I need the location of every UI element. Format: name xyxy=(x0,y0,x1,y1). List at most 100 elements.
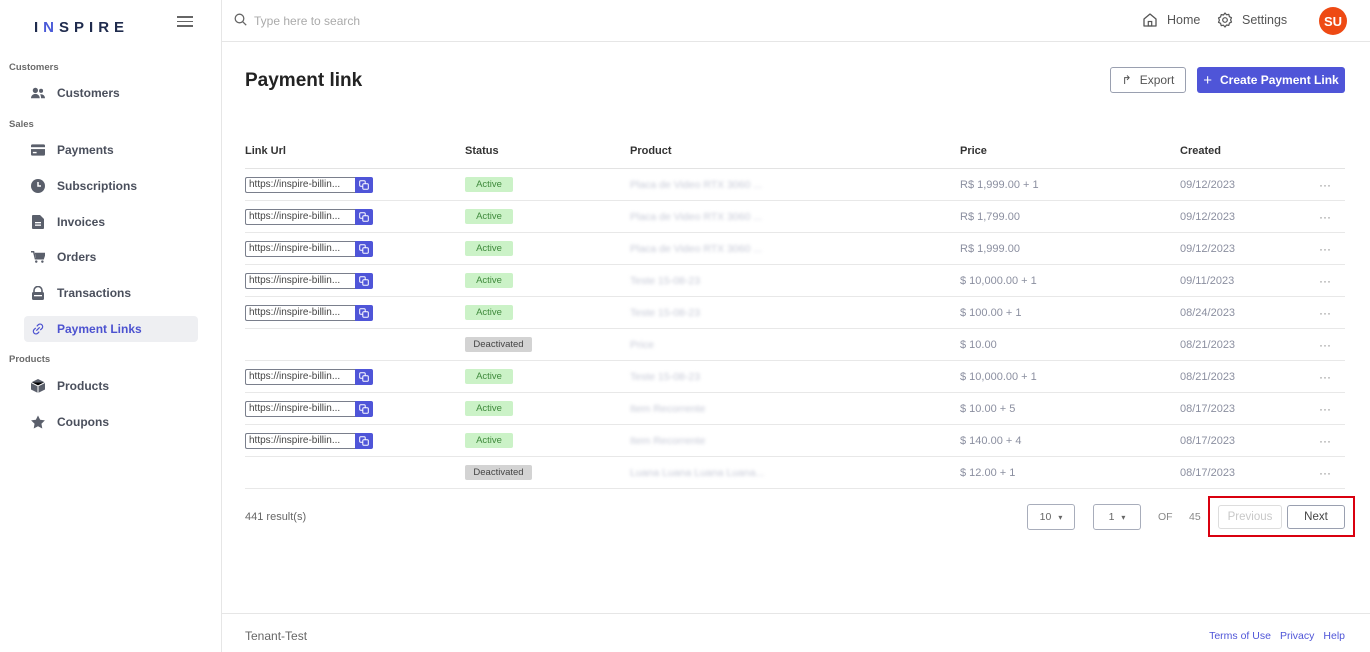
link-url-cell: https://inspire-billin... xyxy=(245,297,373,328)
copy-icon[interactable] xyxy=(355,208,373,225)
table-body: https://inspire-billin... Active Placa de … xyxy=(245,169,1345,489)
price-cell: R$ 1,999.00 + 1 xyxy=(960,178,1039,191)
brand-logo[interactable]: INSPIRE xyxy=(34,19,129,36)
more-actions-icon[interactable]: ··· xyxy=(1319,265,1331,296)
table-row[interactable]: https://inspire-billin... Active Item Reco… xyxy=(245,425,1345,457)
link-url-text[interactable]: https://inspire-billin... xyxy=(245,176,355,193)
link-icon xyxy=(31,322,45,336)
status-badge: Deactivated xyxy=(465,465,532,480)
link-url-text[interactable]: https://inspire-billin... xyxy=(245,368,355,385)
link-url-text[interactable]: https://inspire-billin... xyxy=(245,400,355,417)
page-number-select[interactable]: 1 ▾ xyxy=(1093,504,1141,530)
more-actions-icon[interactable]: ··· xyxy=(1319,393,1331,424)
table-row[interactable]: https://inspire-billin... Active Teste 15-… xyxy=(245,265,1345,297)
price-cell: $ 140.00 + 4 xyxy=(960,434,1022,447)
more-actions-icon[interactable]: ··· xyxy=(1319,361,1331,392)
copy-icon[interactable] xyxy=(355,400,373,417)
status-cell: Deactivated xyxy=(465,329,532,360)
sidebar-item-label: Transactions xyxy=(57,286,132,300)
table-row[interactable]: https://inspire-billin... Active Teste 15-… xyxy=(245,297,1345,329)
privacy-link[interactable]: Privacy xyxy=(1280,630,1314,642)
copy-icon[interactable] xyxy=(355,368,373,385)
settings-link[interactable]: Settings xyxy=(1217,12,1287,28)
column-header-product: Product xyxy=(630,145,672,157)
table-row[interactable]: Deactivated Luana Luana Luana Luana... $ 1… xyxy=(245,457,1345,489)
column-header-link-url: Link Url xyxy=(245,145,286,157)
sidebar-item-subscriptions[interactable]: Subscriptions xyxy=(24,173,198,199)
created-cell: 08/17/2023 xyxy=(1180,434,1236,447)
link-url-field[interactable]: https://inspire-billin... xyxy=(245,272,373,289)
status-badge: Deactivated xyxy=(465,337,532,352)
sidebar-item-orders[interactable]: Orders xyxy=(24,244,198,270)
price-cell: $ 10,000.00 + 1 xyxy=(960,274,1037,287)
total-pages: 45 xyxy=(1189,511,1201,523)
terms-link[interactable]: Terms of Use xyxy=(1209,630,1271,642)
link-url-text[interactable]: https://inspire-billin... xyxy=(245,208,355,225)
status-badge: Active xyxy=(465,433,513,448)
nav-section-products: Products xyxy=(9,354,51,365)
status-cell: Active xyxy=(465,265,513,296)
sidebar-item-invoices[interactable]: Invoices xyxy=(24,209,198,235)
top-bar: Home Settings SU xyxy=(222,0,1370,42)
more-actions-icon[interactable]: ··· xyxy=(1319,425,1331,456)
sidebar-item-coupons[interactable]: Coupons xyxy=(24,409,198,435)
avatar[interactable]: SU xyxy=(1319,7,1347,35)
link-url-field[interactable]: https://inspire-billin... xyxy=(245,304,373,321)
more-actions-icon[interactable]: ··· xyxy=(1319,457,1331,488)
table-row[interactable]: https://inspire-billin... Active Placa de … xyxy=(245,233,1345,265)
status-cell: Active xyxy=(465,169,513,200)
search-input[interactable] xyxy=(254,11,554,31)
more-actions-icon[interactable]: ··· xyxy=(1319,233,1331,264)
copy-icon[interactable] xyxy=(355,304,373,321)
share-arrow-icon: ↱ xyxy=(1121,73,1132,87)
box-icon xyxy=(31,379,45,393)
home-link[interactable]: Home xyxy=(1142,12,1200,28)
copy-icon[interactable] xyxy=(355,432,373,449)
app-root: INSPIRE Customers Customers Sales Paymen… xyxy=(0,0,1370,652)
sidebar-item-label: Customers xyxy=(57,86,120,100)
link-url-field[interactable]: https://inspire-billin... xyxy=(245,432,373,449)
link-url-field[interactable]: https://inspire-billin... xyxy=(245,368,373,385)
more-actions-icon[interactable]: ··· xyxy=(1319,297,1331,328)
sidebar-item-payment-links[interactable]: Payment Links xyxy=(24,316,198,342)
link-url-text[interactable]: https://inspire-billin... xyxy=(245,432,355,449)
more-actions-icon[interactable]: ··· xyxy=(1319,169,1331,200)
create-payment-link-button[interactable]: + Create Payment Link xyxy=(1197,67,1345,93)
column-header-created: Created xyxy=(1180,145,1221,157)
sidebar-item-customers[interactable]: Customers xyxy=(24,80,198,106)
product-cell: Price xyxy=(630,338,654,351)
page-size-select[interactable]: 10 ▾ xyxy=(1027,504,1075,530)
copy-icon[interactable] xyxy=(355,176,373,193)
table-row[interactable]: https://inspire-billin... Active Placa de … xyxy=(245,201,1345,233)
link-url-field[interactable]: https://inspire-billin... xyxy=(245,240,373,257)
menu-toggle-icon[interactable] xyxy=(177,13,193,27)
link-url-cell: https://inspire-billin... xyxy=(245,201,373,232)
created-cell: 08/21/2023 xyxy=(1180,370,1236,383)
product-cell: Placa de Video RTX 3060 ... xyxy=(630,210,763,223)
more-actions-icon[interactable]: ··· xyxy=(1319,329,1331,360)
help-link[interactable]: Help xyxy=(1323,630,1345,642)
sidebar-item-transactions[interactable]: Transactions xyxy=(24,280,198,306)
more-actions-icon[interactable]: ··· xyxy=(1319,201,1331,232)
sidebar-item-label: Payments xyxy=(57,143,114,157)
link-url-field[interactable]: https://inspire-billin... xyxy=(245,400,373,417)
table-row[interactable]: https://inspire-billin... Active Item Reco… xyxy=(245,393,1345,425)
copy-icon[interactable] xyxy=(355,240,373,257)
copy-icon[interactable] xyxy=(355,272,373,289)
export-button[interactable]: ↱ Export xyxy=(1110,67,1186,93)
sidebar-item-products[interactable]: Products xyxy=(24,373,198,399)
sidebar-item-payments[interactable]: Payments xyxy=(24,137,198,163)
table-row[interactable]: https://inspire-billin... Active Teste 15-… xyxy=(245,361,1345,393)
table-row[interactable]: https://inspire-billin... Active Placa de … xyxy=(245,169,1345,201)
link-url-text[interactable]: https://inspire-billin... xyxy=(245,272,355,289)
link-url-text[interactable]: https://inspire-billin... xyxy=(245,240,355,257)
link-url-field[interactable]: https://inspire-billin... xyxy=(245,208,373,225)
link-url-text[interactable]: https://inspire-billin... xyxy=(245,304,355,321)
home-label: Home xyxy=(1167,13,1201,27)
table-row[interactable]: Deactivated Price $ 10.00 08/21/2023 ··· xyxy=(245,329,1345,361)
nav-section-sales: Sales xyxy=(9,119,34,130)
sidebar-item-label: Subscriptions xyxy=(57,179,138,193)
payment-links-table: Link Url Status Product Price Created ht… xyxy=(245,138,1345,489)
link-url-field[interactable]: https://inspire-billin... xyxy=(245,176,373,193)
price-cell: R$ 1,799.00 xyxy=(960,210,1020,223)
